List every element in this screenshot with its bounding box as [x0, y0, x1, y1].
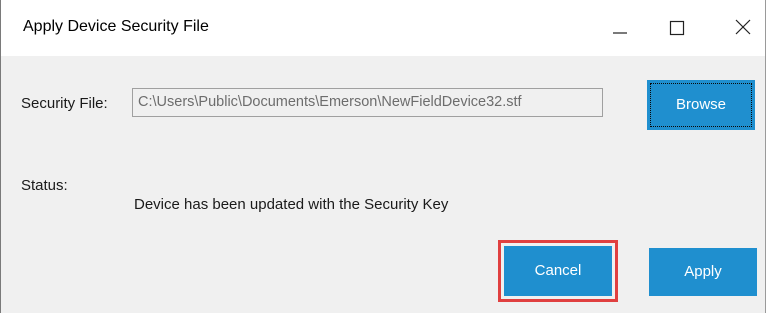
maximize-button[interactable] [646, 0, 706, 56]
browse-button-label: Browse [675, 96, 727, 113]
close-icon [735, 19, 751, 35]
browse-button[interactable]: Browse [647, 80, 755, 130]
status-message: Device has been updated with the Securit… [134, 196, 449, 213]
window-title: Apply Device Security File [23, 18, 209, 35]
apply-button[interactable]: Apply [649, 248, 757, 296]
security-file-field[interactable]: C:\Users\Public\Documents\Emerson\NewFie… [132, 88, 603, 117]
minimize-button[interactable] [586, 0, 646, 56]
status-label: Status: [21, 177, 68, 194]
minimize-icon [613, 32, 627, 34]
maximize-icon [669, 20, 685, 36]
apply-security-dialog: Apply Device Security File Security File… [0, 0, 766, 313]
security-file-label: Security File: [21, 95, 108, 112]
close-button[interactable] [706, 0, 765, 56]
cancel-button[interactable]: Cancel [504, 246, 612, 296]
title-bar[interactable]: Apply Device Security File [1, 0, 765, 56]
